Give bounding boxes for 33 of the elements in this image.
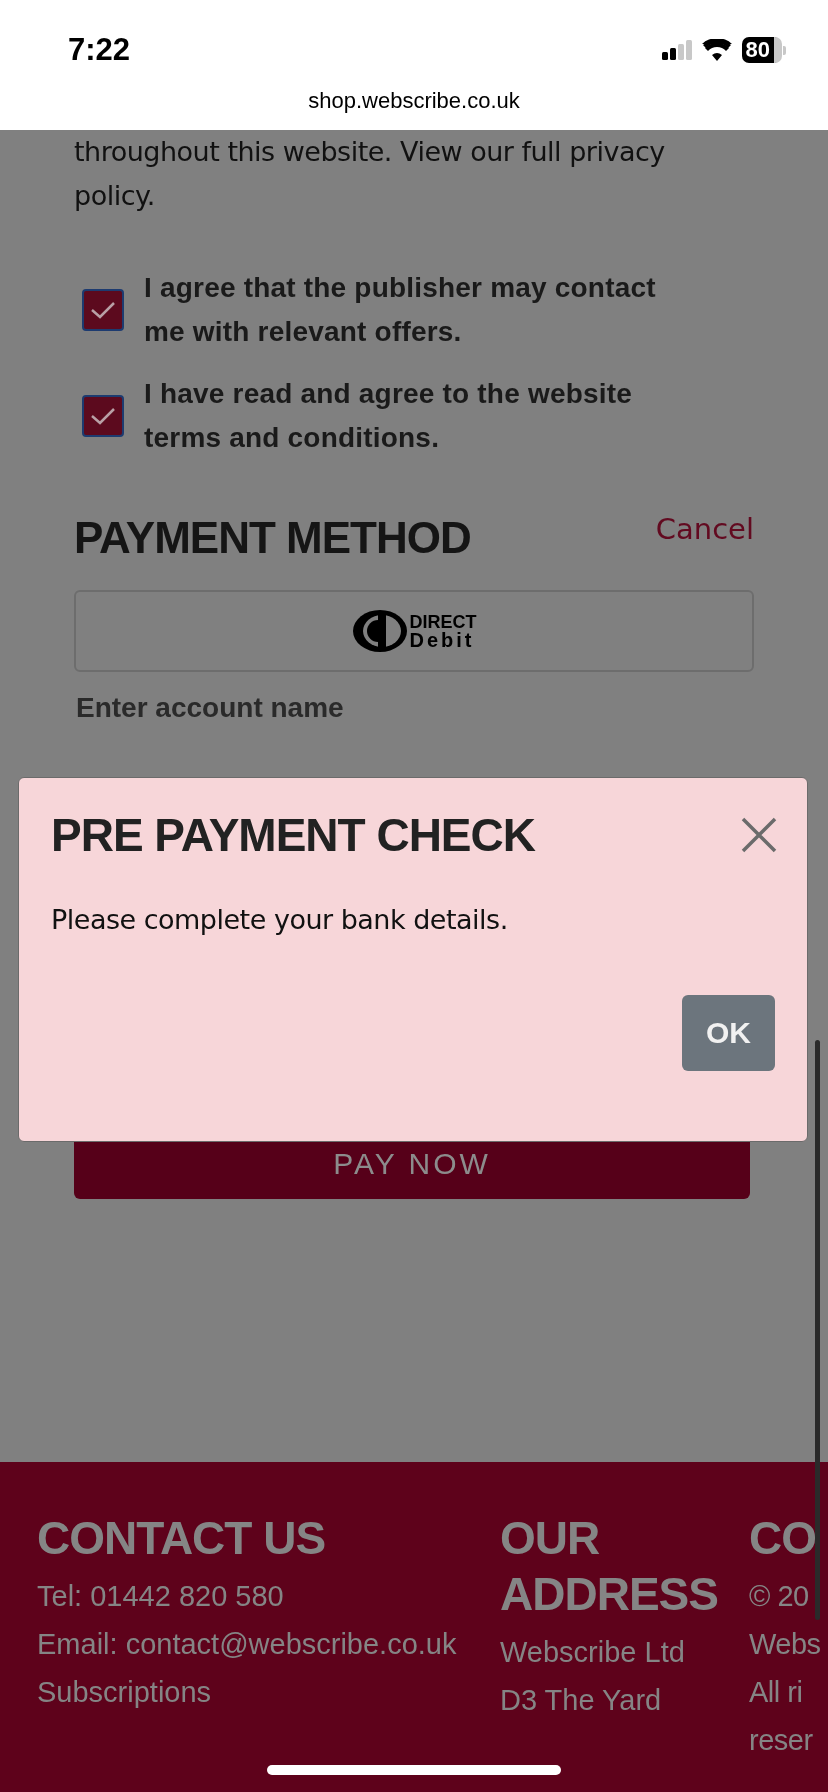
check-icon (89, 406, 117, 426)
dialog-message: Please complete your bank details. (51, 904, 509, 935)
footer-text: Webscribe Ltd (500, 1635, 686, 1670)
checkbox-label: I have read and agree to the website terms and conditions. (144, 377, 634, 455)
cancel-link[interactable]: Cancel (655, 512, 754, 546)
footer-text: reser (749, 1723, 814, 1758)
payment-option-button[interactable]: DIRECT Debit (74, 590, 754, 672)
check-icon (89, 300, 117, 320)
checkbox-label: I agree that the publisher may contact me with relevant offers. (144, 271, 657, 349)
signal-icon (661, 40, 692, 60)
section-heading: PAYMENT METHOD (74, 512, 471, 564)
footer-heading: CONTACT US (37, 1511, 327, 1566)
privacy-text: throughout this website. View our full privacy policy. (74, 135, 666, 213)
footer-text: Webs (749, 1627, 819, 1662)
ok-button[interactable]: OK (682, 995, 775, 1071)
direct-debit-logo-icon (351, 608, 408, 654)
logo-text: Debit (409, 631, 476, 649)
footer-text: D3 The Yard (500, 1683, 663, 1718)
address-bar-url[interactable]: shop.webscribe.co.uk (0, 88, 828, 114)
footer-text: All ri (749, 1675, 804, 1710)
dialog-title: PRE PAYMENT CHECK (51, 808, 535, 862)
field-label: Enter account name (75, 692, 345, 724)
logo-text: DIRECT (409, 613, 477, 631)
wifi-icon (701, 39, 732, 61)
footer-heading: CO (749, 1511, 817, 1566)
checkbox[interactable] (82, 395, 124, 437)
checkbox[interactable] (82, 289, 124, 331)
close-icon[interactable] (741, 817, 777, 853)
footer-text: Subscriptions (37, 1675, 213, 1710)
footer-text: Tel: 01442 820 580 (37, 1579, 285, 1614)
footer-text: Email: contact@webscribe.co.uk (37, 1627, 458, 1662)
status-time: 7:22 (68, 32, 131, 68)
footer-text: © 20 (749, 1579, 810, 1614)
